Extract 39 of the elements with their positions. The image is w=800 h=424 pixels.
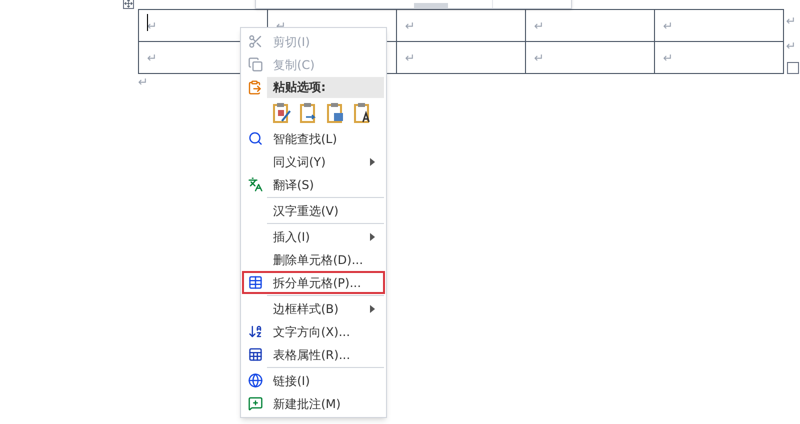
comment-icon	[248, 396, 262, 411]
menu-item[interactable]: 汉字重选(V)	[242, 199, 385, 222]
menu-item[interactable]: 拆分单元格(P)...	[242, 271, 385, 294]
menu-item[interactable]: 翻译(S)	[242, 173, 385, 196]
menu-item[interactable]: 边框样式(B)	[242, 297, 385, 320]
copy-icon	[248, 57, 262, 72]
table-cell: ↵	[654, 10, 784, 42]
search-icon	[248, 131, 262, 146]
table-move-handle-icon[interactable]	[123, 0, 134, 9]
paragraph-mark: ↵	[137, 74, 148, 90]
menu-item[interactable]: 表格属性(R)...	[242, 343, 385, 366]
translate-icon	[248, 177, 262, 192]
globe-link-icon	[248, 373, 262, 388]
menu-item[interactable]: 链接(I)	[242, 369, 385, 392]
submenu-arrow-icon	[370, 158, 375, 166]
text-direction-icon	[248, 324, 262, 339]
table-cell: ↵	[526, 10, 654, 42]
menu-item[interactable]: 智能查找(L)	[242, 127, 385, 150]
text-cursor	[147, 14, 148, 31]
table-cell: ↵	[526, 42, 654, 74]
table-icon	[248, 275, 262, 290]
row-end-mark: ↵	[785, 38, 798, 55]
table-properties-icon	[248, 347, 262, 362]
row-end-mark: ↵	[785, 13, 798, 30]
menu-section-header: 粘贴选项:	[267, 77, 384, 98]
table-resize-handle[interactable]	[787, 62, 799, 74]
menu-item[interactable]: 插入(I)	[242, 225, 385, 248]
menu-item[interactable]: 删除单元格(D)...	[242, 248, 385, 271]
submenu-arrow-icon	[370, 304, 375, 312]
clipboard-icon	[246, 80, 262, 95]
paste-keep-format-button[interactable]	[271, 101, 293, 125]
menu-item[interactable]: 同义词(Y)	[242, 150, 385, 173]
table-cell: ↵	[396, 42, 526, 74]
menu-item[interactable]: 新建批注(M)	[242, 392, 385, 415]
menu-item[interactable]: 文字方向(X)...	[242, 320, 385, 343]
table-cell: ↵	[396, 10, 526, 42]
scissors-icon	[248, 34, 262, 49]
submenu-arrow-icon	[370, 232, 375, 240]
table-cell: ↵	[654, 42, 784, 74]
